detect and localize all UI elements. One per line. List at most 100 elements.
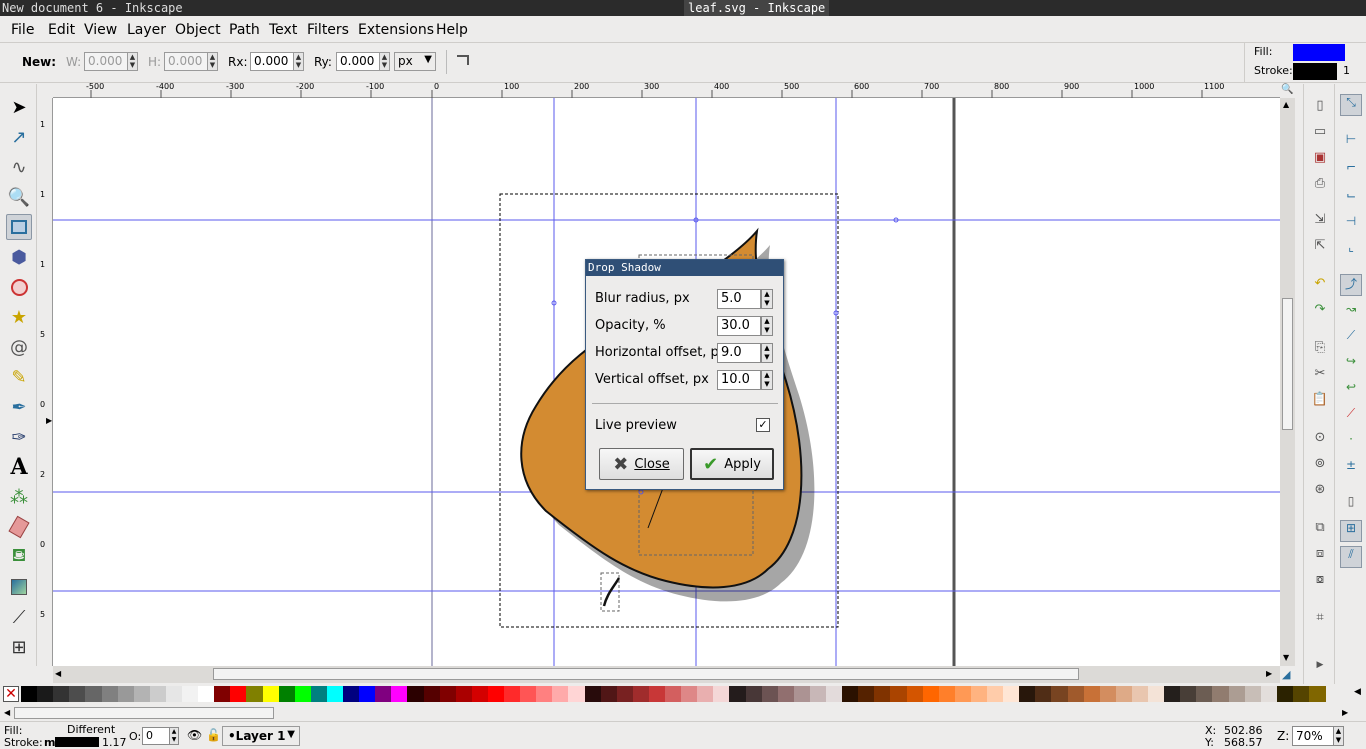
menu-path[interactable]: Path — [229, 22, 260, 38]
fill-swatch[interactable] — [1293, 44, 1345, 61]
palette-swatch[interactable] — [504, 686, 521, 702]
status-stroke-width[interactable]: 1.17 — [102, 736, 127, 749]
palette-swatch[interactable] — [777, 686, 795, 702]
layer-visibility-icon[interactable]: 👁 — [187, 728, 202, 742]
palette-swatch[interactable] — [552, 686, 570, 702]
snap-smooth-nodes-icon[interactable]: ↩ — [1340, 380, 1362, 402]
palette-swatch[interactable] — [149, 686, 167, 702]
layer-select[interactable]: •Layer 1 ▼ — [222, 726, 300, 746]
palette-swatch[interactable] — [970, 686, 988, 702]
selector-tool[interactable]: ➤ — [6, 94, 32, 120]
undo-icon[interactable]: ↶ — [1310, 276, 1330, 296]
palette-swatch[interactable] — [1309, 686, 1326, 702]
palette-swatch[interactable] — [1083, 686, 1101, 702]
gradient-tool[interactable] — [6, 574, 32, 600]
palette-swatch[interactable] — [616, 686, 634, 702]
menu-layer[interactable]: Layer — [127, 22, 166, 38]
palette-swatch[interactable] — [745, 686, 763, 702]
no-paint-swatch[interactable]: ✕ — [3, 686, 19, 702]
duplicate-icon[interactable]: ⧉ — [1310, 520, 1330, 540]
tweak-tool[interactable]: ∿ — [6, 154, 32, 180]
status-opacity-input[interactable]: 0 — [142, 727, 170, 745]
spray-tool[interactable]: ⁂ — [6, 484, 32, 510]
vertical-ruler[interactable]: 1 1 1 5 0 2 0 5 ▶ — [38, 98, 53, 666]
palette-swatch[interactable] — [1131, 686, 1149, 702]
rx-input[interactable]: 0.000 — [250, 52, 294, 71]
text-tool[interactable]: A — [6, 454, 32, 480]
palette-swatch[interactable] — [665, 686, 682, 702]
palette-swatch[interactable] — [681, 686, 699, 702]
zoom-drawing-icon[interactable]: ⊚ — [1310, 456, 1330, 476]
open-icon[interactable]: ▭ — [1310, 124, 1330, 144]
palette-swatch[interactable] — [85, 686, 103, 702]
palette-scroll-icon[interactable]: ◀ — [1354, 687, 1361, 697]
clone-icon[interactable]: ⧈ — [1310, 546, 1330, 566]
close-button[interactable]: ✖ Close — [599, 448, 684, 480]
palette-swatch[interactable] — [1164, 686, 1182, 702]
palette-swatch[interactable] — [1276, 686, 1294, 702]
export-icon[interactable]: ⇱ — [1310, 238, 1330, 258]
height-input[interactable]: 0.000 — [164, 52, 208, 71]
redo-icon[interactable]: ↷ — [1310, 302, 1330, 322]
status-stroke-value[interactable]: m — [44, 736, 55, 749]
palette-swatch[interactable] — [1196, 686, 1214, 702]
palette-swatch[interactable] — [21, 686, 38, 702]
palette-swatch[interactable] — [890, 686, 908, 702]
vertical-offset-stepper[interactable]: ▲ ▼ — [761, 370, 773, 390]
palette-swatch[interactable] — [1260, 686, 1278, 702]
dropper-tool[interactable]: ⟋ — [6, 604, 32, 630]
connector-tool[interactable]: ⊞ — [6, 634, 32, 660]
snap-intersections-icon[interactable]: ⟋ — [1340, 328, 1362, 350]
rx-stepper[interactable]: ▲ ▼ — [293, 52, 304, 71]
palette-swatch[interactable] — [278, 686, 296, 702]
vertical-scroll-thumb[interactable] — [1282, 298, 1293, 430]
background-window-title[interactable]: New document 6 - Inkscape — [2, 1, 183, 15]
palette-swatch[interactable] — [922, 686, 940, 702]
palette-swatch[interactable] — [455, 686, 473, 702]
menu-edit[interactable]: Edit — [48, 22, 75, 38]
snap-bbox-midpoints-icon[interactable]: ⊣ — [1340, 214, 1362, 236]
vertical-offset-input[interactable]: 10.0 — [717, 370, 761, 390]
star-tool[interactable]: ★ — [6, 304, 32, 330]
palette-swatch[interactable] — [1180, 686, 1198, 702]
snap-nodes-icon[interactable]: ⤴ — [1340, 274, 1362, 296]
opacity-input[interactable]: 30.0 — [717, 316, 761, 336]
ellipse-tool[interactable] — [6, 274, 32, 300]
blur-radius-input[interactable]: 5.0 — [717, 289, 761, 309]
height-stepper[interactable]: ▲ ▼ — [207, 52, 218, 71]
xml-editor-icon[interactable]: ⌗ — [1310, 610, 1330, 630]
palette-swatch[interactable] — [600, 686, 618, 702]
snap-bbox-centers-icon[interactable]: ⌞ — [1340, 240, 1362, 262]
palette-swatch[interactable] — [520, 686, 538, 702]
palette-swatch[interactable] — [1228, 686, 1246, 702]
palette-swatch[interactable] — [407, 686, 425, 702]
eraser-tool[interactable] — [6, 514, 32, 540]
horizontal-offset-stepper[interactable]: ▲ ▼ — [761, 343, 773, 363]
palette-swatch[interactable] — [262, 686, 280, 702]
snap-grid-icon[interactable]: ⊞ — [1340, 520, 1362, 542]
palette-swatch[interactable] — [198, 686, 216, 702]
palette-swatch[interactable] — [793, 686, 811, 702]
snap-cusp-nodes-icon[interactable]: ↪ — [1340, 354, 1362, 376]
new-document-icon[interactable]: ▯ — [1310, 98, 1330, 118]
palette-swatch[interactable] — [1244, 686, 1262, 702]
palette-swatch[interactable] — [214, 686, 232, 702]
menu-file[interactable]: File — [11, 22, 34, 38]
palette-swatch[interactable] — [1099, 686, 1117, 702]
palette-swatch[interactable] — [1148, 686, 1165, 702]
palette-swatch[interactable] — [858, 686, 876, 702]
horizontal-scrollbar[interactable]: ◀ ▶ — [53, 666, 1280, 683]
spiral-tool[interactable]: @ — [6, 334, 32, 360]
stroke-width-value[interactable]: 1 — [1343, 64, 1350, 77]
width-stepper[interactable]: ▲ ▼ — [127, 52, 138, 71]
snap-rotation-centers-icon[interactable]: ± — [1340, 458, 1362, 480]
scroll-left-icon[interactable]: ◀ — [55, 669, 61, 678]
copy-icon[interactable]: ⎘ — [1310, 340, 1330, 360]
horizontal-offset-input[interactable]: 9.0 — [717, 343, 761, 363]
dialog-title[interactable]: Drop Shadow — [586, 260, 783, 276]
opacity-stepper[interactable]: ▲ ▼ — [761, 316, 773, 336]
horizontal-scroll-thumb[interactable] — [213, 668, 1079, 680]
status-opacity-stepper[interactable]: ▲ ▼ — [169, 727, 179, 745]
palette-swatch[interactable] — [826, 686, 843, 702]
apply-button[interactable]: ✔ Apply — [690, 448, 774, 480]
